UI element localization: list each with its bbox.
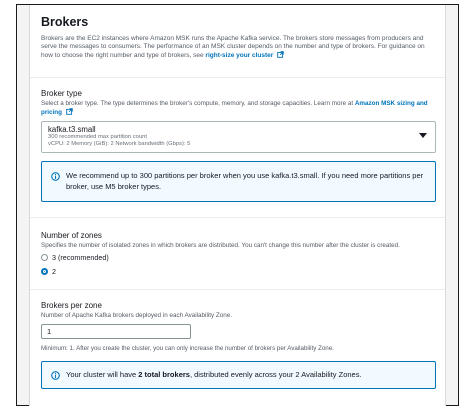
right-size-link[interactable]: right-size your cluster	[205, 52, 273, 59]
section-description: Brokers are the EC2 instances where Amaz…	[41, 35, 434, 61]
broker-type-partition-count: 300 recommended max partition count	[48, 134, 147, 140]
broker-type-selected: kafka.t3.small	[48, 125, 96, 134]
radio-button[interactable]	[41, 254, 48, 261]
chevron-down-icon	[419, 133, 427, 138]
broker-type-divider	[30, 217, 445, 218]
external-link-icon	[65, 108, 73, 115]
total-brokers-suffix: , distributed evenly across your 2 Avail…	[189, 370, 362, 379]
brokers-per-zone-description: Number of Apache Kafka brokers deployed …	[41, 312, 233, 319]
total-brokers-count: 2 total brokers	[138, 370, 190, 379]
total-brokers-prefix: Your cluster will have	[66, 370, 139, 379]
section-title: Brokers	[41, 15, 89, 29]
broker-type-section: Broker type Select a broker type. The ty…	[41, 89, 436, 117]
broker-type-specs: vCPU: 2 Memory (GiB): 2 Network bandwidt…	[48, 141, 191, 147]
info-icon	[51, 172, 60, 181]
radio-button-selected[interactable]	[41, 268, 48, 275]
screenshot-frame: Brokers Brokers are the EC2 instances wh…	[16, 4, 459, 406]
zones-option-3-label: 3 (recommended)	[52, 253, 109, 262]
header-divider	[30, 77, 445, 78]
broker-type-description: Select a broker type. The type determine…	[41, 100, 436, 117]
section-header: Brokers Brokers are the EC2 instances wh…	[30, 5, 445, 75]
brokers-per-zone-input[interactable]	[41, 324, 191, 339]
zones-section: Number of zones Specifies the number of …	[41, 231, 436, 250]
brokers-per-zone-section: Brokers per zone Number of Apache Kafka …	[41, 301, 436, 320]
info-icon	[51, 371, 60, 380]
zones-option-2[interactable]: 2	[41, 267, 56, 277]
zones-option-2-label: 2	[52, 267, 56, 276]
brokers-panel: Brokers Brokers are the EC2 instances wh…	[29, 5, 446, 406]
broker-type-select[interactable]: kafka.t3.small 300 recommended max parti…	[41, 121, 436, 153]
zones-radio-group: 3 (recommended) 2	[41, 253, 436, 279]
external-link-icon	[277, 51, 284, 59]
brokers-per-zone-label: Brokers per zone	[41, 301, 102, 310]
zones-label: Number of zones	[41, 231, 102, 240]
partition-info-alert: We recommend up to 300 partitions per br…	[41, 161, 436, 202]
zones-divider	[30, 289, 445, 290]
zones-option-3[interactable]: 3 (recommended)	[41, 253, 109, 263]
brokers-per-zone-hint: Minimum: 1. After you create the cluster…	[41, 345, 334, 352]
total-brokers-alert: Your cluster will have 2 total brokers, …	[41, 361, 436, 389]
brokers-per-zone-input-wrap: Minimum: 1. After you create the cluster…	[41, 324, 436, 364]
broker-type-label: Broker type	[41, 89, 82, 98]
broker-type-select-wrap: kafka.t3.small 300 recommended max parti…	[41, 121, 436, 153]
zones-description: Specifies the number of isolated zones i…	[41, 242, 400, 249]
broker-type-description-text: Select a broker type. The type determine…	[41, 100, 354, 107]
partition-info-text: We recommend up to 300 partitions per br…	[66, 171, 424, 191]
